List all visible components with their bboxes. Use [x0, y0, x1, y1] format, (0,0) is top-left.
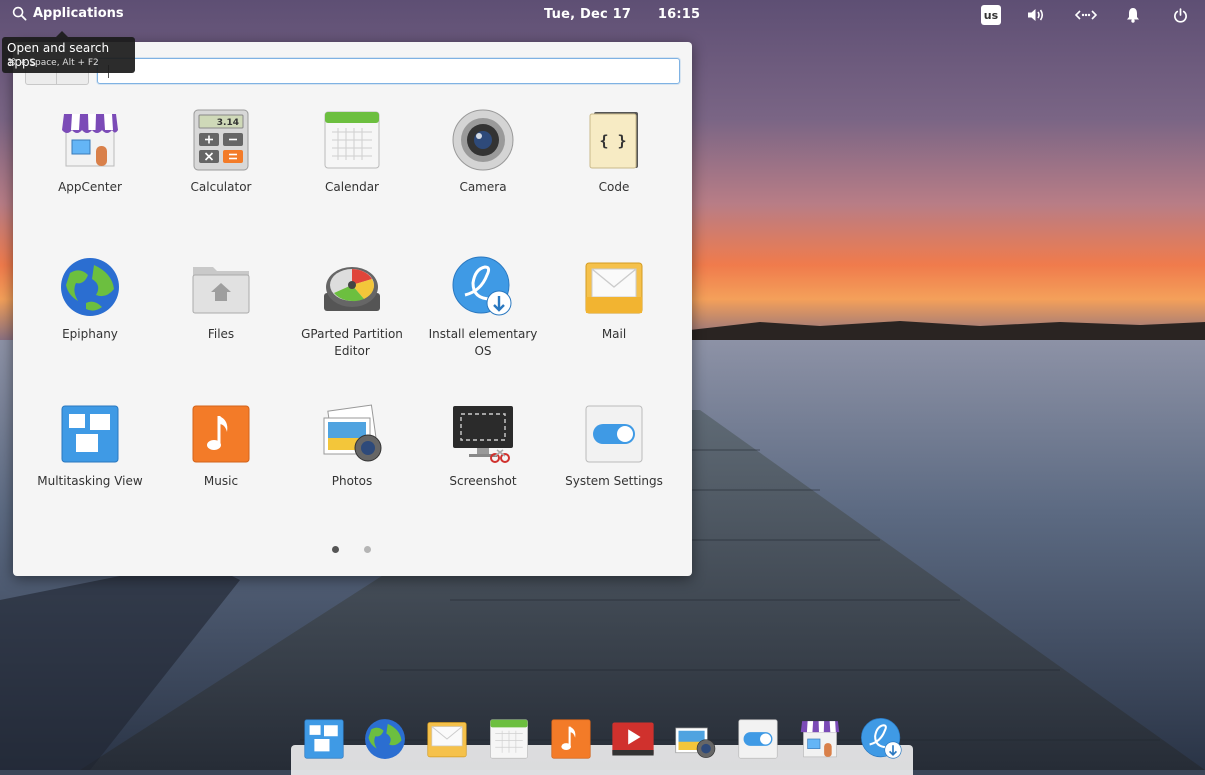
app-multitasking-view[interactable]: Multitasking View	[25, 402, 155, 490]
dock-item-mail[interactable]	[425, 717, 469, 761]
dock-item-system-settings[interactable]	[736, 717, 780, 761]
volume-indicator[interactable]	[1025, 5, 1047, 25]
app-gparted[interactable]: GParted Partition Editor	[287, 255, 417, 360]
app-mail[interactable]: Mail	[549, 255, 679, 343]
app-label: GParted Partition Editor	[301, 327, 403, 358]
mail-icon	[585, 262, 643, 314]
files-icon	[192, 267, 250, 314]
epiphany-icon	[61, 258, 119, 316]
session-indicator[interactable]	[1171, 5, 1189, 25]
music-icon	[551, 719, 591, 759]
calendar-icon	[490, 719, 528, 759]
notifications-indicator[interactable]	[1124, 5, 1142, 25]
tooltip-shortcut: ⌘ + Space, Alt + F2	[7, 58, 99, 68]
search-input[interactable]	[97, 58, 680, 84]
app-system-settings[interactable]: System Settings	[549, 402, 679, 490]
app-label: Multitasking View	[37, 474, 143, 488]
installer-icon	[452, 256, 512, 316]
network-indicator[interactable]	[1074, 5, 1098, 25]
photos-icon	[323, 404, 382, 462]
app-label: AppCenter	[58, 180, 122, 194]
network-wired-icon	[1075, 10, 1097, 20]
photos-icon	[675, 727, 716, 758]
app-camera[interactable]: Camera	[418, 108, 548, 196]
page-dot-1[interactable]	[332, 546, 339, 553]
dock-item-multitasking-view[interactable]	[302, 717, 346, 761]
search-icon	[12, 6, 27, 21]
app-label: Calendar	[325, 180, 379, 194]
dock-item-epiphany[interactable]	[363, 717, 407, 761]
code-glyph: { }	[599, 132, 626, 150]
app-label: Code	[598, 180, 630, 194]
dock-item-appcenter[interactable]	[798, 717, 842, 761]
dock-item-photos[interactable]	[673, 717, 717, 761]
calculator-icon: 3.14	[193, 109, 249, 171]
calculator-display: 3.14	[217, 118, 239, 128]
camera-icon	[452, 109, 514, 171]
applications-label: Applications	[33, 6, 124, 21]
datetime-indicator[interactable]: Tue, Dec 17 16:15	[544, 7, 700, 22]
applications-launcher: AppCenter 3.14 Calculator Calendar Camer…	[13, 42, 692, 576]
app-files[interactable]: Files	[156, 255, 286, 343]
multitasking-icon	[61, 405, 119, 463]
dock-item-videos[interactable]	[611, 717, 655, 761]
epiphany-icon	[365, 719, 405, 759]
app-calculator[interactable]: 3.14 Calculator	[156, 108, 286, 196]
app-label: Files	[207, 327, 235, 341]
applications-menu-button[interactable]: Applications	[12, 6, 124, 21]
app-label: Calculator	[190, 180, 252, 194]
app-label: System Settings	[565, 474, 663, 488]
dock-item-install-elementary[interactable]	[860, 717, 904, 761]
videos-icon	[612, 722, 654, 756]
top-panel: Applications Tue, Dec 17 16:15 us	[0, 0, 1205, 30]
volume-icon	[1028, 9, 1044, 21]
app-label: Camera	[459, 180, 507, 194]
dock-item-music[interactable]	[549, 717, 593, 761]
app-calendar[interactable]: Calendar	[287, 108, 417, 196]
app-epiphany[interactable]: Epiphany	[25, 255, 155, 343]
screenshot-icon	[453, 406, 513, 463]
dock-item-calendar[interactable]	[487, 717, 531, 761]
power-icon	[1173, 7, 1187, 23]
settings-icon	[738, 719, 778, 759]
app-code[interactable]: { } Code	[549, 108, 679, 196]
app-music[interactable]: Music	[156, 402, 286, 490]
code-icon: { }	[589, 112, 638, 169]
mail-icon	[427, 722, 467, 758]
gparted-icon	[324, 267, 380, 311]
app-label: Install elementary OS	[428, 327, 538, 358]
app-label: Mail	[601, 327, 627, 341]
settings-icon	[585, 405, 643, 463]
date-label: Tue, Dec 17	[544, 7, 632, 22]
appcenter-icon	[62, 114, 118, 167]
app-install-elementary[interactable]: Install elementary OS	[418, 255, 548, 360]
app-label: Screenshot	[449, 474, 517, 488]
applications-tooltip: Open and search apps ⌘ + Space, Alt + F2	[2, 31, 135, 73]
app-label: Photos	[331, 474, 373, 488]
bell-icon	[1127, 8, 1139, 23]
calendar-icon	[324, 111, 380, 169]
time-label: 16:15	[657, 7, 701, 22]
music-icon	[192, 405, 250, 463]
app-screenshot[interactable]: Screenshot	[418, 402, 548, 490]
page-dot-2[interactable]	[364, 546, 371, 553]
keyboard-layout-indicator[interactable]: us	[981, 5, 1001, 25]
multitasking-icon	[304, 719, 344, 759]
appcenter-icon	[800, 721, 840, 758]
app-appcenter[interactable]: AppCenter	[25, 108, 155, 196]
app-label: Epiphany	[62, 327, 118, 341]
installer-icon	[861, 718, 902, 759]
app-label: Music	[203, 474, 239, 488]
app-photos[interactable]: Photos	[287, 402, 417, 490]
